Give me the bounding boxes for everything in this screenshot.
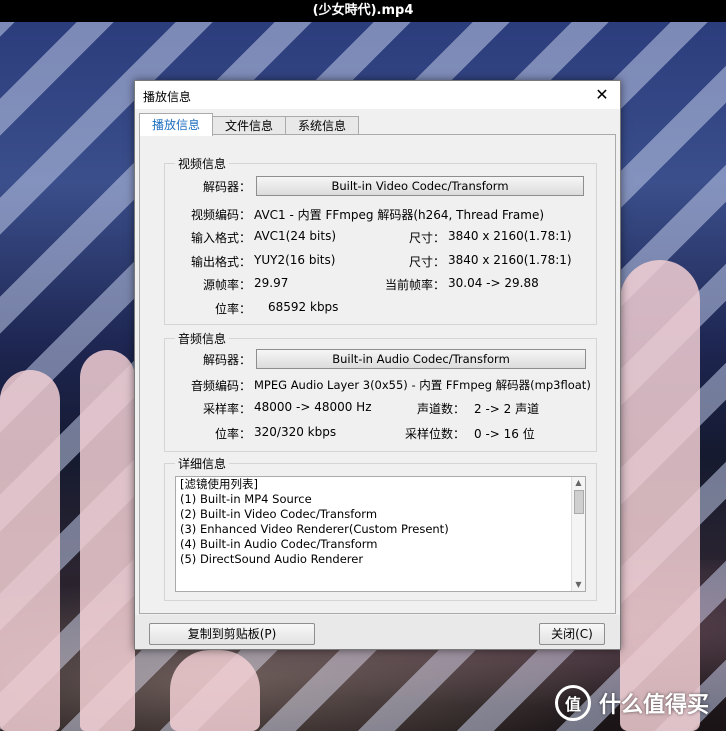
watermark-logo-icon: 值 <box>555 685 591 721</box>
source-fps-value: 29.97 <box>254 276 289 290</box>
sample-bits-label: 采样位数： <box>404 427 465 441</box>
input-size-label: 尺寸： <box>408 231 445 245</box>
performer-silhouette <box>0 370 60 731</box>
details-line: (2) Built-in Video Codec/Transform <box>180 507 378 521</box>
tab-bar: 播放信息 文件信息 系统信息 <box>139 113 360 136</box>
output-size-label: 尺寸： <box>408 255 445 269</box>
output-size-value: 3840 x 2160(1.78:1) <box>448 253 572 267</box>
video-codec-label: 视频编码： <box>190 208 251 222</box>
performer-silhouette <box>620 260 700 731</box>
samplerate-value: 48000 -> 48000 Hz <box>254 400 372 414</box>
sample-bits-value: 0 -> 16 位 <box>474 427 535 441</box>
dialog-titlebar: 播放信息 ✕ <box>135 81 620 109</box>
input-format-value: AVC1(24 bits) <box>254 229 337 243</box>
channels-value: 2 -> 2 声道 <box>474 402 540 416</box>
scroll-thumb[interactable] <box>574 490 584 514</box>
performer-silhouette <box>170 650 260 731</box>
input-size-value: 3840 x 2160(1.78:1) <box>448 229 572 243</box>
video-codec-value: AVC1 - 内置 FFmpeg 解码器(h264, Thread Frame) <box>254 208 545 222</box>
scroll-up-arrow-icon[interactable]: ▲ <box>572 477 585 489</box>
input-format-label: 输入格式： <box>190 231 251 245</box>
tab-file-info[interactable]: 文件信息 <box>212 116 287 136</box>
details-line: (4) Built-in Audio Codec/Transform <box>180 537 378 551</box>
scroll-down-arrow-icon[interactable]: ▼ <box>572 579 585 591</box>
details-line: (5) DirectSound Audio Renderer <box>180 552 364 566</box>
source-fps-label: 源帧率： <box>202 278 251 292</box>
samplerate-label: 采样率： <box>202 402 251 416</box>
video-bitrate-value: 68592 kbps <box>268 300 339 314</box>
video-bitrate-label: 位率： <box>214 302 251 316</box>
audio-codec-label: 音频编码： <box>190 379 251 393</box>
video-group-title: 视频信息 <box>175 155 230 172</box>
details-line: (1) Built-in MP4 Source <box>180 492 312 506</box>
tab-system-info[interactable]: 系统信息 <box>285 116 360 136</box>
details-group-title: 详细信息 <box>175 455 230 472</box>
dialog-title: 播放信息 <box>143 90 192 104</box>
current-fps-label: 当前帧率： <box>384 278 445 292</box>
details-line: (3) Enhanced Video Renderer(Custom Prese… <box>180 522 449 536</box>
close-button[interactable]: 关闭(C) <box>539 623 605 645</box>
details-textbox[interactable]: [滤镜使用列表] (1) Built-in MP4 Source (2) Bui… <box>175 476 586 592</box>
watermark-text: 什么值得买 <box>599 693 710 718</box>
audio-decoder-button[interactable]: Built-in Audio Codec/Transform <box>256 349 586 369</box>
close-icon[interactable]: ✕ <box>592 85 612 105</box>
details-line: [滤镜使用列表] <box>180 477 258 491</box>
output-format-value: YUY2(16 bits) <box>254 253 336 267</box>
audio-bitrate-label: 位率： <box>214 427 251 441</box>
video-info-group: 视频信息 解码器： Built-in Video Codec/Transform… <box>164 155 597 325</box>
video-decoder-label: 解码器： <box>202 180 251 194</box>
tab-content: 视频信息 解码器： Built-in Video Codec/Transform… <box>139 134 616 614</box>
details-scrollbar[interactable]: ▲ ▼ <box>571 477 585 591</box>
audio-bitrate-value: 320/320 kbps <box>254 425 337 439</box>
audio-decoder-label: 解码器： <box>202 353 251 367</box>
audio-info-group: 音频信息 解码器： Built-in Audio Codec/Transform… <box>164 330 597 452</box>
audio-codec-value: MPEG Audio Layer 3(0x55) - 内置 FFmpeg 解码器… <box>254 378 591 392</box>
watermark: 值 什么值得买 <box>555 685 710 721</box>
audio-group-title: 音频信息 <box>175 330 230 347</box>
details-group: 详细信息 [滤镜使用列表] (1) Built-in MP4 Source (2… <box>164 455 597 601</box>
video-decoder-button[interactable]: Built-in Video Codec/Transform <box>256 176 584 196</box>
window-title: (少女時代).mp4 <box>0 0 726 22</box>
performer-silhouette <box>80 350 135 731</box>
dialog-button-bar: 复制到剪贴板(P) 关闭(C) <box>135 615 620 649</box>
copy-to-clipboard-button[interactable]: 复制到剪贴板(P) <box>149 623 315 645</box>
channels-label: 声道数： <box>416 402 465 416</box>
output-format-label: 输出格式： <box>190 255 251 269</box>
tab-playback-info[interactable]: 播放信息 <box>139 113 214 136</box>
playback-info-dialog: 播放信息 ✕ 播放信息 文件信息 系统信息 视频信息 解码器： Built-in… <box>134 80 621 650</box>
current-fps-value: 30.04 -> 29.88 <box>448 276 539 290</box>
